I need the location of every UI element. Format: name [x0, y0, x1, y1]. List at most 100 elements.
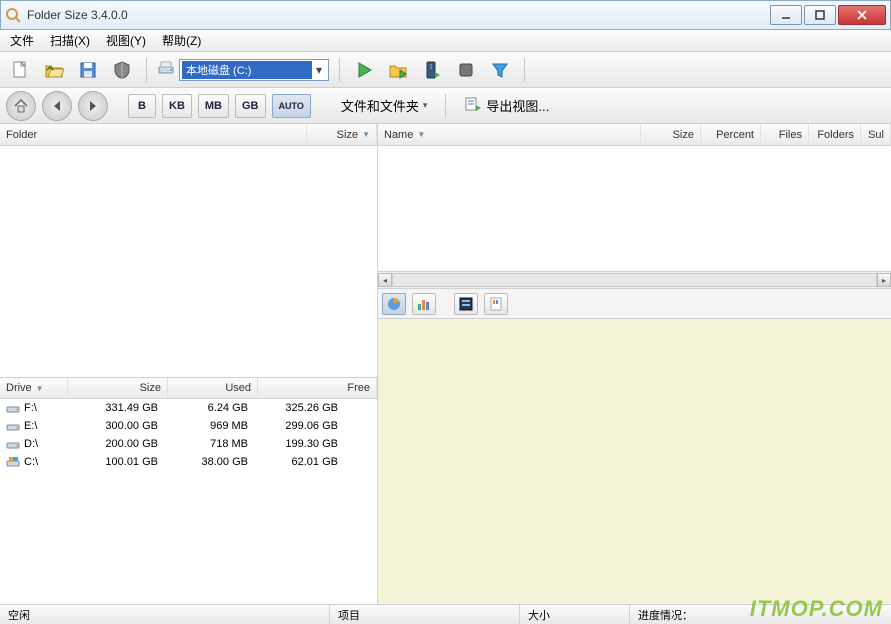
- save-button[interactable]: [74, 56, 102, 84]
- files-folders-dropdown[interactable]: 文件和文件夹 ▾: [333, 94, 436, 117]
- right-pane: Name▼ Size Percent Files Folders Sul ◂ ▸: [378, 124, 891, 604]
- drive-row[interactable]: E:\ 300.00 GB969 MB299.06 GB: [0, 417, 377, 435]
- scroll-right-button[interactable]: ▸: [877, 273, 891, 287]
- col-folder[interactable]: Folder: [0, 124, 307, 145]
- sort-desc-icon: ▼: [417, 130, 425, 139]
- close-button[interactable]: [838, 5, 886, 25]
- home-button[interactable]: [6, 91, 36, 121]
- toolbar-main: 本地磁盘 (C:) ▾: [0, 52, 891, 88]
- shield-button[interactable]: [108, 56, 136, 84]
- menu-scan[interactable]: 扫描(X): [44, 30, 96, 51]
- drive-icon: [6, 438, 20, 450]
- drive-icon: [6, 456, 20, 468]
- drive-free: 62.01 GB: [258, 456, 348, 468]
- drive-icon: [6, 402, 20, 414]
- status-progress: 进度情况：: [630, 605, 891, 624]
- drive-name: D:\: [24, 438, 38, 450]
- file-list[interactable]: [378, 146, 891, 271]
- col-drive[interactable]: Drive▼: [0, 378, 68, 398]
- drive-name: E:\: [24, 420, 37, 432]
- unit-b-button[interactable]: B: [128, 94, 156, 118]
- scroll-left-button[interactable]: ◂: [378, 273, 392, 287]
- window-title: Folder Size 3.4.0.0: [27, 8, 770, 22]
- scan-play-button[interactable]: [350, 56, 378, 84]
- left-pane: Folder Size▼ Drive▼ Size Used Free F:\33…: [0, 124, 378, 604]
- chart-report-tab[interactable]: [484, 293, 508, 315]
- new-file-button[interactable]: [6, 56, 34, 84]
- server-button[interactable]: [418, 56, 446, 84]
- drive-selector: 本地磁盘 (C:) ▾: [157, 59, 329, 81]
- drive-row[interactable]: F:\ 331.49 GB6.24 GB325.26 GB: [0, 399, 377, 417]
- col-drive-used[interactable]: Used: [168, 378, 258, 398]
- separator: [524, 58, 525, 82]
- unit-gb-button[interactable]: GB: [235, 94, 266, 118]
- main-area: Folder Size▼ Drive▼ Size Used Free F:\33…: [0, 124, 891, 604]
- open-folder-button[interactable]: [40, 56, 68, 84]
- export-icon: [464, 95, 482, 116]
- export-view-button[interactable]: 导出视图...: [456, 93, 557, 118]
- col-percent[interactable]: Percent: [701, 124, 761, 145]
- sort-desc-icon: ▼: [36, 384, 44, 393]
- drive-icon: [6, 420, 20, 432]
- col-size[interactable]: Size▼: [307, 124, 377, 145]
- toolbar-secondary: B KB MB GB AUTO 文件和文件夹 ▾ 导出视图...: [0, 88, 891, 124]
- drive-free: 299.06 GB: [258, 420, 348, 432]
- chart-area: [378, 319, 891, 604]
- drive-name: C:\: [24, 456, 38, 468]
- horizontal-scrollbar[interactable]: ◂ ▸: [378, 271, 891, 289]
- drive-size: 300.00 GB: [68, 420, 168, 432]
- drive-row[interactable]: C:\100.01 GB38.00 GB62.01 GB: [0, 453, 377, 471]
- minimize-button[interactable]: [770, 5, 802, 25]
- stop-button[interactable]: [452, 56, 480, 84]
- menu-view[interactable]: 视图(Y): [100, 30, 152, 51]
- unit-auto-button[interactable]: AUTO: [272, 94, 311, 118]
- separator: [445, 94, 446, 118]
- col-drive-size[interactable]: Size: [68, 378, 168, 398]
- drive-list[interactable]: F:\ 331.49 GB6.24 GB325.26 GB E:\ 300.00 GB…: [0, 399, 377, 604]
- col-folders[interactable]: Folders: [809, 124, 861, 145]
- app-icon: [5, 7, 21, 23]
- drive-used: 969 MB: [168, 420, 258, 432]
- drive-size: 200.00 GB: [68, 438, 168, 450]
- back-button[interactable]: [42, 91, 72, 121]
- maximize-button[interactable]: [804, 5, 836, 25]
- separator: [339, 58, 340, 82]
- col-files[interactable]: Files: [761, 124, 809, 145]
- drive-used: 38.00 GB: [168, 456, 258, 468]
- menu-file[interactable]: 文件: [4, 30, 40, 51]
- col-sub[interactable]: Sul: [861, 124, 891, 145]
- status-items: 项目: [330, 605, 520, 624]
- separator: [146, 58, 147, 82]
- filter-button[interactable]: [486, 56, 514, 84]
- chevron-down-icon: ▾: [423, 100, 428, 111]
- files-folders-label: 文件和文件夹: [341, 96, 419, 115]
- scroll-track[interactable]: [392, 273, 877, 287]
- drive-prefix-icon: [157, 59, 175, 80]
- titlebar: Folder Size 3.4.0.0: [0, 0, 891, 30]
- chart-bar-tab[interactable]: [412, 293, 436, 315]
- chart-pie-tab[interactable]: [382, 293, 406, 315]
- export-view-label: 导出视图...: [486, 96, 549, 115]
- chevron-down-icon: ▾: [312, 63, 326, 77]
- drive-list-header: Drive▼ Size Used Free: [0, 377, 377, 399]
- unit-kb-button[interactable]: KB: [162, 94, 192, 118]
- forward-button[interactable]: [78, 91, 108, 121]
- chart-tabs: [378, 289, 891, 319]
- menubar: 文件 扫描(X) 视图(Y) 帮助(Z): [0, 30, 891, 52]
- statusbar: 空闲 项目 大小 进度情况：: [0, 604, 891, 624]
- drive-size: 331.49 GB: [68, 402, 168, 414]
- menu-help[interactable]: 帮助(Z): [156, 30, 207, 51]
- drive-name: F:\: [24, 402, 37, 414]
- col-name[interactable]: Name▼: [378, 124, 641, 145]
- drive-combo[interactable]: 本地磁盘 (C:) ▾: [179, 59, 329, 81]
- col-drive-free[interactable]: Free: [258, 378, 377, 398]
- drive-free: 325.26 GB: [258, 402, 348, 414]
- file-list-header: Name▼ Size Percent Files Folders Sul: [378, 124, 891, 146]
- chart-details-tab[interactable]: [454, 293, 478, 315]
- unit-mb-button[interactable]: MB: [198, 94, 229, 118]
- col-file-size[interactable]: Size: [641, 124, 701, 145]
- drive-used: 6.24 GB: [168, 402, 258, 414]
- folder-list[interactable]: [0, 146, 377, 377]
- scan-folder-button[interactable]: [384, 56, 412, 84]
- drive-row[interactable]: D:\200.00 GB718 MB199.30 GB: [0, 435, 377, 453]
